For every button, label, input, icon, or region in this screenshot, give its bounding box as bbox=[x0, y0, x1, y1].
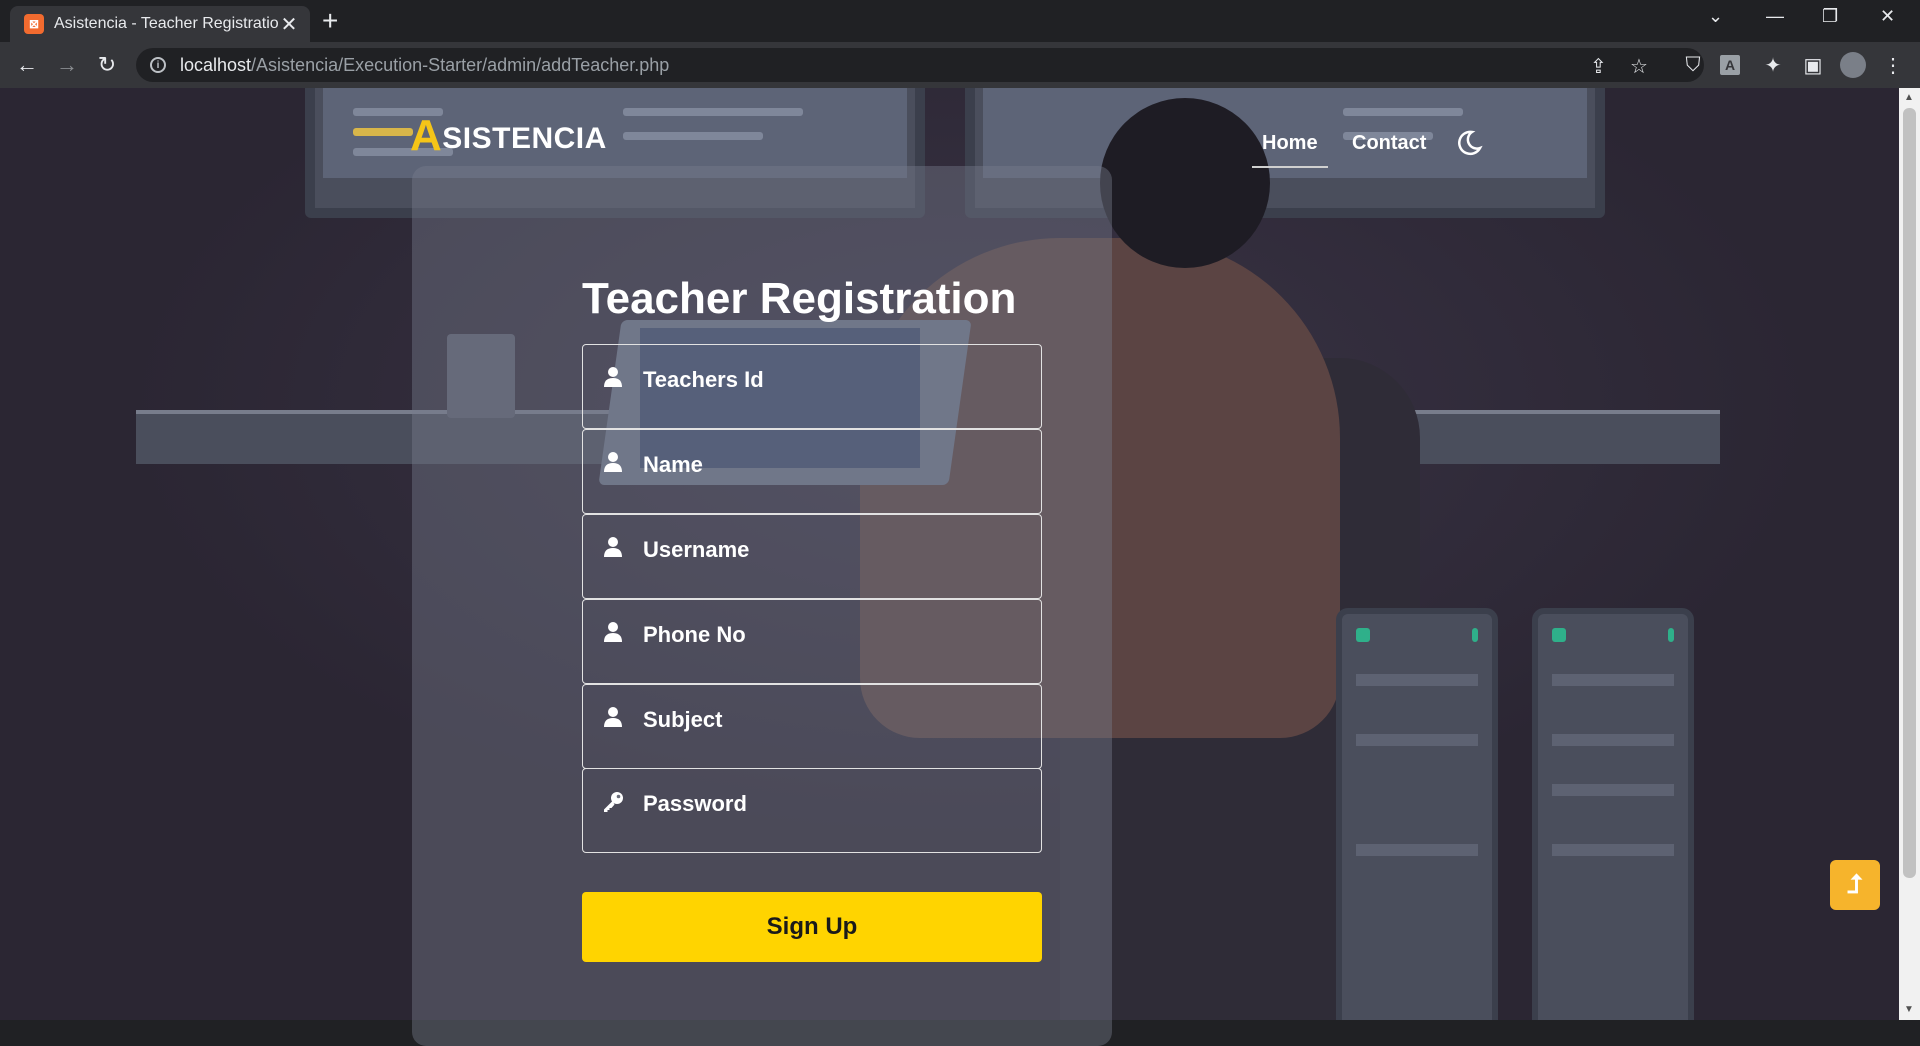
logo-text: SISTENCIA bbox=[442, 122, 607, 155]
close-icon[interactable]: ✕ bbox=[278, 12, 300, 37]
username-field[interactable]: Username bbox=[582, 514, 1042, 599]
nav-home-link[interactable]: Home bbox=[1262, 132, 1318, 155]
user-icon bbox=[583, 367, 643, 387]
forward-button[interactable]: → bbox=[52, 51, 82, 79]
info-icon[interactable]: i bbox=[150, 57, 166, 73]
name-placeholder: Name bbox=[643, 452, 703, 477]
name-field[interactable]: Name bbox=[582, 429, 1042, 514]
xampp-icon: ⊠ bbox=[24, 14, 44, 34]
user-icon bbox=[583, 537, 643, 557]
translate-extension-icon[interactable]: A bbox=[1720, 55, 1740, 75]
menu-kebab-icon[interactable]: ⋮ bbox=[1880, 52, 1906, 78]
scroll-up-arrow[interactable]: ▲ bbox=[1904, 92, 1914, 103]
person-head-illustration bbox=[1100, 98, 1270, 268]
restore-button[interactable]: ❐ bbox=[1822, 6, 1838, 27]
address-bar[interactable]: i localhost/Asistencia/Execution-Starter… bbox=[136, 48, 1704, 82]
tab-search-icon[interactable]: ⌄ bbox=[1708, 6, 1723, 27]
profile-avatar[interactable] bbox=[1840, 52, 1866, 78]
subject-placeholder: Subject bbox=[643, 707, 723, 732]
teachers-id-field[interactable]: Teachers Id bbox=[582, 344, 1042, 429]
bookmark-star-icon[interactable]: ☆ bbox=[1630, 54, 1648, 79]
scroll-thumb[interactable] bbox=[1903, 108, 1916, 878]
extensions-puzzle-icon[interactable]: ✦ bbox=[1760, 52, 1786, 78]
url-text: localhost/Asistencia/Execution-Starter/a… bbox=[180, 54, 670, 75]
key-icon bbox=[583, 791, 643, 813]
reload-button[interactable]: ↻ bbox=[92, 51, 122, 79]
phone-no-field[interactable]: Phone No bbox=[582, 599, 1042, 684]
minimize-button[interactable]: — bbox=[1766, 6, 1784, 27]
scroll-to-top-button[interactable]: ⮥ bbox=[1830, 860, 1880, 910]
nav-contact-link[interactable]: Contact bbox=[1352, 132, 1426, 155]
share-icon[interactable]: ⇪ bbox=[1590, 54, 1607, 79]
form-title: Teacher Registration bbox=[582, 274, 1017, 323]
browser-tabbar: ⊠ Asistencia - Teacher Registration ✕ + … bbox=[0, 0, 1920, 42]
nav-active-underline bbox=[1252, 166, 1328, 168]
arrow-up-icon: ⮥ bbox=[1847, 869, 1863, 899]
user-icon bbox=[583, 622, 643, 642]
server-illustration-2 bbox=[1532, 608, 1694, 1020]
subject-field[interactable]: Subject bbox=[582, 684, 1042, 769]
server-illustration bbox=[1336, 608, 1498, 1020]
scroll-down-arrow[interactable]: ▼ bbox=[1904, 1004, 1914, 1015]
back-button[interactable]: ← bbox=[12, 51, 42, 79]
browser-toolbar: ← → ↻ i localhost/Asistencia/Execution-S… bbox=[0, 42, 1920, 88]
site-logo[interactable]: A SISTENCIA bbox=[410, 111, 607, 160]
page-scrollbar[interactable]: ▲ ▼ bbox=[1899, 88, 1920, 1020]
new-tab-button[interactable]: + bbox=[322, 7, 338, 35]
password-field[interactable]: Password bbox=[582, 768, 1042, 853]
username-placeholder: Username bbox=[643, 537, 750, 562]
sign-up-button[interactable]: Sign Up bbox=[582, 892, 1042, 962]
password-placeholder: Password bbox=[643, 791, 747, 816]
tab-title: Asistencia - Teacher Registration bbox=[54, 15, 278, 32]
browser-tab[interactable]: ⊠ Asistencia - Teacher Registration ✕ bbox=[10, 6, 310, 42]
user-icon bbox=[583, 707, 643, 727]
logo-initial: A bbox=[410, 111, 443, 160]
phone-no-placeholder: Phone No bbox=[643, 622, 746, 647]
close-window-button[interactable]: ✕ bbox=[1880, 6, 1895, 27]
brave-shield-icon[interactable]: ⛉ bbox=[1680, 52, 1706, 78]
user-icon bbox=[583, 452, 643, 472]
teachers-id-placeholder: Teachers Id bbox=[643, 367, 764, 392]
side-panel-icon[interactable]: ▣ bbox=[1800, 52, 1826, 78]
moon-icon[interactable] bbox=[1454, 128, 1484, 158]
